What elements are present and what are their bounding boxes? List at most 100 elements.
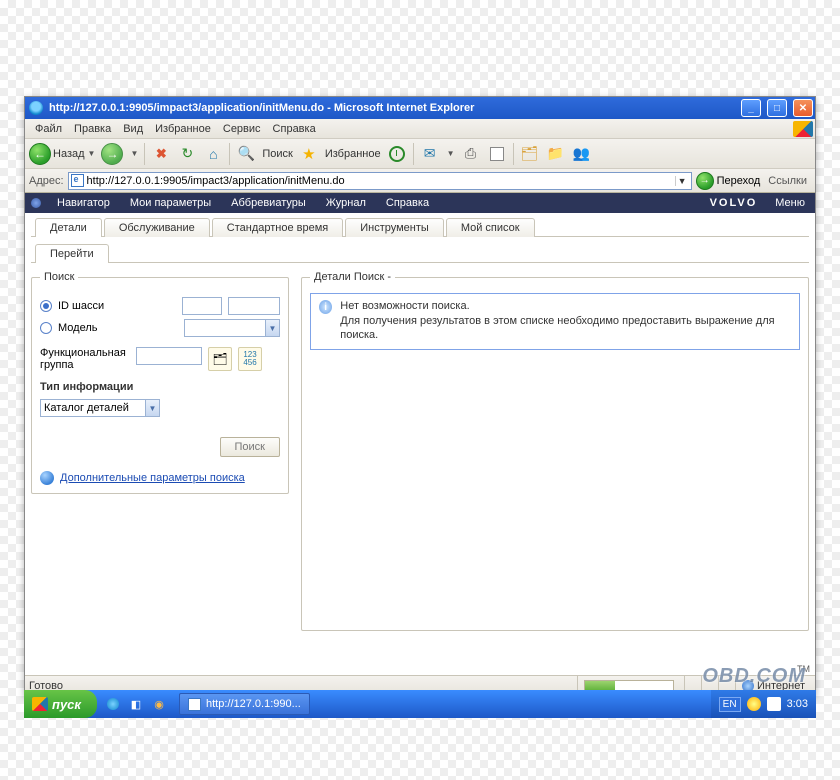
chassis-input-1[interactable] [182, 297, 222, 315]
refresh-icon: ↻ [182, 145, 194, 162]
radio-chassis-label: ID шасси [58, 300, 104, 312]
subtab-go[interactable]: Перейти [35, 244, 109, 263]
tray-icon[interactable] [747, 697, 761, 711]
desktop-icon: ◧ [131, 698, 141, 711]
chevron-down-icon: ▼ [88, 149, 96, 158]
chevron-down-icon[interactable]: ▼ [447, 149, 455, 158]
info-type-select[interactable]: Каталог деталей ▼ [40, 399, 160, 417]
stop-button[interactable]: ✖ [151, 144, 171, 164]
back-arrow-icon: ← [29, 143, 51, 165]
chevron-down-icon: ▼ [145, 400, 159, 416]
info-icon [40, 471, 54, 485]
nav-journal[interactable]: Журнал [316, 197, 376, 209]
back-button[interactable]: ← Назад ▼ [29, 143, 95, 165]
window-minimize-button[interactable]: _ [741, 99, 761, 117]
radio-model[interactable] [40, 322, 52, 334]
menu-view[interactable]: Вид [119, 121, 147, 137]
address-dropdown-button[interactable]: ▼ [675, 176, 689, 186]
window-titlebar: http://127.0.0.1:9905/impact3/applicatio… [25, 97, 815, 119]
history-button[interactable] [387, 144, 407, 164]
func-group-numpad-button[interactable]: 123456 [238, 347, 262, 371]
windows-taskbar: пуск ◧ ◉ http://127.0.1:990... EN 3:03 [24, 690, 816, 718]
separator [144, 143, 145, 165]
nav-my-params[interactable]: Мои параметры [120, 197, 221, 209]
func-group-tree-button[interactable]: 🗂 [208, 347, 232, 371]
search-legend: Поиск [40, 271, 78, 283]
folders-button[interactable]: 📁 [546, 144, 566, 164]
search-label: Поиск [262, 148, 292, 160]
search-icon: 🔍 [238, 145, 255, 162]
menu-edit[interactable]: Правка [70, 121, 115, 137]
window-close-button[interactable]: ✕ [793, 99, 813, 117]
ql-desktop-button[interactable]: ◧ [126, 694, 146, 714]
clock-icon [389, 146, 405, 162]
links-label[interactable]: Ссылки [768, 175, 807, 187]
ql-ie-button[interactable] [103, 694, 123, 714]
edit-button[interactable] [487, 144, 507, 164]
info-icon: i [319, 300, 332, 314]
mail-button[interactable]: ✉ [420, 144, 440, 164]
tab-std-time[interactable]: Стандартное время [212, 218, 343, 237]
keypad-icon: 123456 [243, 351, 256, 367]
discuss-button[interactable]: 🗂 [520, 144, 540, 164]
ie-icon [107, 698, 119, 710]
address-bar: Адрес: http://127.0.0.1:9905/impact3/app… [25, 169, 815, 193]
menu-file[interactable]: Файл [31, 121, 66, 137]
details-legend: Детали Поиск - [310, 271, 395, 283]
go-arrow-icon: → [696, 172, 714, 190]
search-button[interactable]: Поиск [220, 437, 280, 457]
print-icon: ⎙ [465, 145, 476, 162]
go-button[interactable]: → Переход [696, 172, 761, 190]
tab-details[interactable]: Детали [35, 218, 102, 237]
window-maximize-button[interactable]: □ [767, 99, 787, 117]
messenger-button[interactable]: 👥 [572, 144, 592, 164]
separator [513, 143, 514, 165]
tray-clock: 3:03 [787, 698, 808, 710]
windows-flag-icon [793, 121, 813, 137]
edit-icon [490, 147, 504, 161]
favorites-label: Избранное [325, 148, 381, 160]
nav-abbrev[interactable]: Аббревиатуры [221, 197, 316, 209]
menu-favorites[interactable]: Избранное [151, 121, 215, 137]
radio-chassis[interactable] [40, 300, 52, 312]
chevron-down-icon[interactable]: ▼ [130, 149, 138, 158]
nav-help[interactable]: Справка [376, 197, 439, 209]
content-area: Детали Обслуживание Стандартное время Ин… [25, 213, 815, 675]
language-indicator[interactable]: EN [719, 697, 741, 712]
address-url: http://127.0.0.1:9905/impact3/applicatio… [87, 175, 672, 187]
tree-icon: 🗂 [212, 352, 227, 366]
app-logo-icon [31, 198, 41, 208]
ie-menubar: Файл Правка Вид Избранное Сервис Справка [25, 119, 815, 139]
taskbar-ie-window[interactable]: http://127.0.1:990... [179, 693, 310, 715]
main-tabs: Детали Обслуживание Стандартное время Ин… [31, 217, 809, 237]
refresh-button[interactable]: ↻ [177, 144, 197, 164]
forward-button[interactable]: → [101, 143, 123, 165]
tray-icon[interactable] [767, 697, 781, 711]
sub-tabs: Перейти [31, 243, 809, 263]
home-button[interactable]: ⌂ [203, 144, 223, 164]
tab-tools[interactable]: Инструменты [345, 218, 444, 237]
window-title: http://127.0.0.1:9905/impact3/applicatio… [49, 102, 735, 114]
address-input[interactable]: http://127.0.0.1:9905/impact3/applicatio… [68, 172, 692, 190]
nav-navigator[interactable]: Навигатор [47, 197, 120, 209]
func-group-input[interactable] [136, 347, 202, 365]
tab-my-list[interactable]: Мой список [446, 218, 535, 237]
print-button[interactable]: ⎙ [461, 144, 481, 164]
home-icon: ⌂ [209, 146, 217, 162]
model-select[interactable]: ▼ [184, 319, 280, 337]
search-panel: Поиск ID шасси Модель ▼ [31, 271, 289, 494]
chassis-input-2[interactable] [228, 297, 280, 315]
start-button[interactable]: пуск [24, 690, 97, 718]
folder-icon: 🗂 [521, 145, 539, 162]
search-button[interactable]: 🔍 [236, 144, 256, 164]
favorites-button[interactable]: ★ [299, 144, 319, 164]
details-panel: Детали Поиск - i Нет возможности поиска.… [301, 271, 809, 631]
advanced-search-link[interactable]: Дополнительные параметры поиска [60, 472, 245, 484]
tab-service[interactable]: Обслуживание [104, 218, 210, 237]
info-type-label: Тип информации [40, 381, 280, 393]
menu-tools[interactable]: Сервис [219, 121, 265, 137]
ql-player-button[interactable]: ◉ [149, 694, 169, 714]
menu-help[interactable]: Справка [269, 121, 320, 137]
nav-menu[interactable]: Меню [765, 197, 815, 209]
mail-icon: ✉ [424, 145, 436, 162]
